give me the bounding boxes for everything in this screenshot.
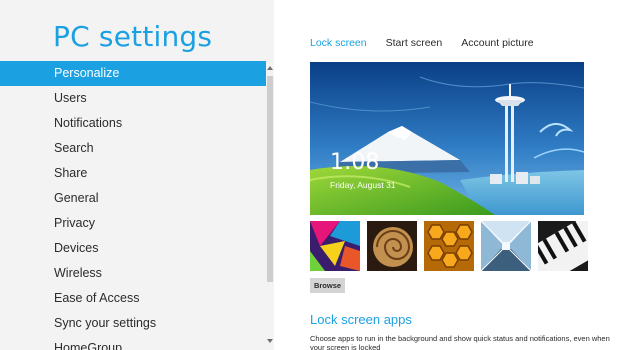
nav-item-notifications[interactable]: Notifications xyxy=(0,111,266,136)
tab-start-screen[interactable]: Start screen xyxy=(386,37,443,49)
geometric-pattern-icon xyxy=(310,221,360,271)
nav-item-wireless[interactable]: Wireless xyxy=(0,261,266,286)
personalize-tabs: Lock screen Start screen Account picture xyxy=(310,37,534,49)
nav-item-devices[interactable]: Devices xyxy=(0,236,266,261)
thumbnail-piano[interactable] xyxy=(538,221,588,271)
lock-screen-preview: 1:08 Friday, August 31 xyxy=(310,62,584,215)
background-thumbnails xyxy=(310,221,588,271)
lock-screen-image xyxy=(310,62,584,215)
honeycomb-icon xyxy=(424,221,474,271)
nav-item-ease-of-access[interactable]: Ease of Access xyxy=(0,286,266,311)
thumbnail-nautilus[interactable] xyxy=(367,221,417,271)
nav-scrollbar[interactable] xyxy=(266,61,274,350)
nav-item-homegroup[interactable]: HomeGroup xyxy=(0,336,266,350)
nav-item-sync-settings[interactable]: Sync your settings xyxy=(0,311,266,336)
scroll-up-arrow-icon[interactable] xyxy=(266,63,274,73)
browse-button[interactable]: Browse xyxy=(310,278,345,293)
nav-item-users[interactable]: Users xyxy=(0,86,266,111)
left-pane: PC settings Personalize Users Notificati… xyxy=(0,0,274,350)
lock-screen-date: Friday, August 31 xyxy=(330,180,396,190)
nav-item-search[interactable]: Search xyxy=(0,136,266,161)
page-title: PC settings xyxy=(53,20,213,53)
scroll-down-arrow-icon[interactable] xyxy=(266,336,274,346)
piano-keys-icon xyxy=(538,221,588,271)
nautilus-shell-icon xyxy=(367,221,417,271)
settings-nav: Personalize Users Notifications Search S… xyxy=(0,61,266,350)
nav-item-privacy[interactable]: Privacy xyxy=(0,211,266,236)
tab-account-picture[interactable]: Account picture xyxy=(461,37,533,49)
thumbnail-colorful-geometric[interactable] xyxy=(310,221,360,271)
lock-screen-apps-description: Choose apps to run in the background and… xyxy=(310,334,610,350)
nav-item-general[interactable]: General xyxy=(0,186,266,211)
scroll-thumb[interactable] xyxy=(267,76,273,282)
glass-corridor-icon xyxy=(481,221,531,271)
lock-screen-time: 1:08 xyxy=(330,150,380,175)
nav-item-share[interactable]: Share xyxy=(0,161,266,186)
nav-item-personalize[interactable]: Personalize xyxy=(0,61,266,86)
thumbnail-corridor[interactable] xyxy=(481,221,531,271)
thumbnail-honeycomb[interactable] xyxy=(424,221,474,271)
tab-lock-screen[interactable]: Lock screen xyxy=(310,37,367,49)
lock-screen-apps-title: Lock screen apps xyxy=(310,312,412,327)
